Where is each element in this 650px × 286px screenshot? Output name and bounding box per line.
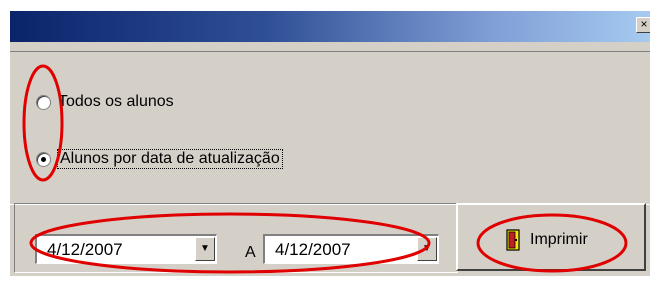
door-exit-icon [506,229,520,251]
start-date-combo[interactable]: 4/12/2007 ▼ [35,234,217,264]
option-all-students-label: Todos os alunos [58,93,174,110]
close-icon: × [640,17,648,31]
chevron-down-icon: ▼ [422,243,432,254]
option-all-students[interactable]: Todos os alunos [36,93,174,111]
student-filter-group: Todos os alunos Alunos por data de atual… [10,51,650,205]
close-button[interactable]: × [636,17,650,33]
start-date-dropdown-button[interactable]: ▼ [195,237,215,261]
start-date-value: 4/12/2007 [47,240,123,259]
end-date-dropdown-button[interactable]: ▼ [417,237,437,261]
chevron-down-icon: ▼ [200,243,210,254]
end-date-combo[interactable]: 4/12/2007 ▼ [263,234,439,264]
date-range-panel: 4/12/2007 ▼ A 4/12/2007 ▼ [14,203,458,273]
end-date-value: 4/12/2007 [275,240,351,259]
date-range-separator: A [245,244,256,261]
print-button[interactable]: Imprimir [456,203,646,271]
option-by-update-date[interactable]: Alunos por data de atualização [36,149,283,169]
option-by-update-date-label: Alunos por data de atualização [57,149,283,169]
print-button-label: Imprimir [530,231,588,248]
radio-by-update-date[interactable] [36,151,51,167]
report-dialog: × Todos os alunos Alunos por data de atu… [10,11,650,276]
radio-all-students[interactable] [36,94,51,110]
title-bar: × [10,11,650,42]
